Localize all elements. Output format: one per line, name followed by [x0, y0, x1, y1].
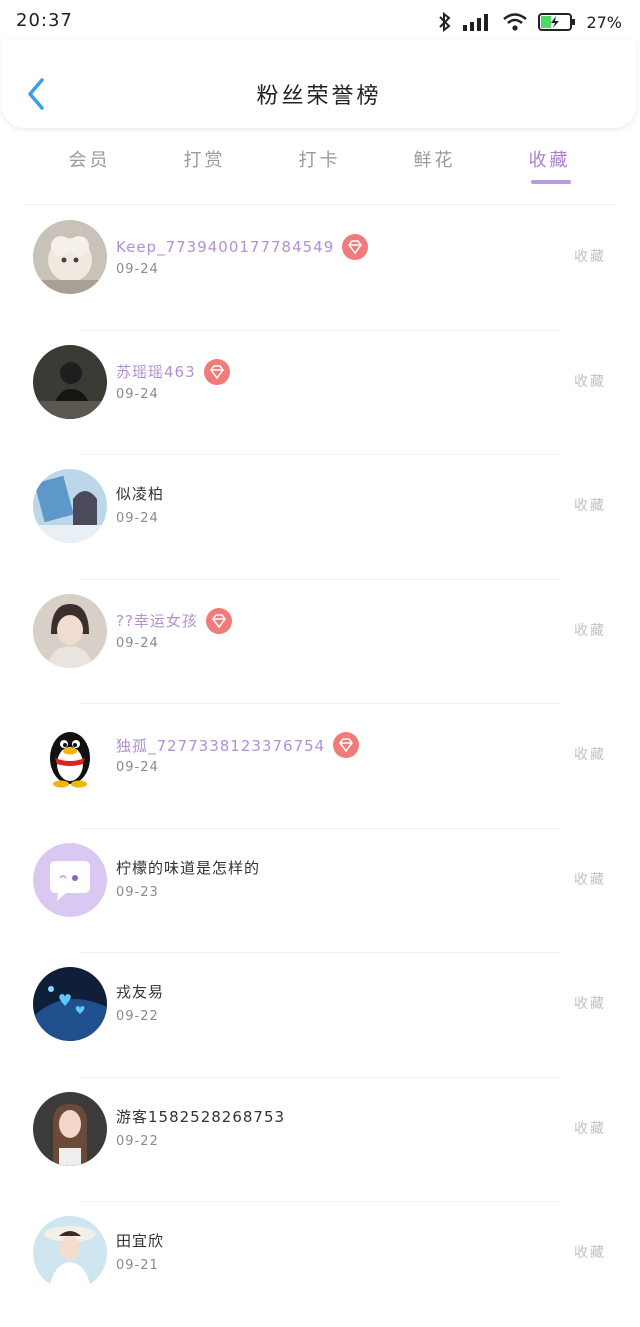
list-item[interactable]: ??幸运女孩 09-24 收藏	[0, 580, 640, 704]
name-line: 柠檬的味道是怎样的	[116, 857, 260, 878]
favorite-tag: 收藏	[574, 249, 606, 265]
fan-list: Keep_7739400177784549 09-24 收藏 苏瑶瑶463 09…	[0, 206, 640, 1327]
list-item[interactable]: 似凌柏 09-24 收藏	[0, 455, 640, 580]
user-name: 柠檬的味道是怎样的	[116, 858, 261, 877]
favorite-tag: 收藏	[574, 996, 606, 1012]
tab-favorite[interactable]: 收藏	[492, 142, 607, 186]
avatar[interactable]	[33, 593, 107, 668]
avatar[interactable]	[33, 220, 107, 294]
user-name: 独孤_7277338123376754	[116, 736, 326, 755]
list-item[interactable]: 苏瑶瑶463 09-24 收藏	[0, 331, 640, 455]
date: 09-24	[116, 760, 159, 775]
favorite-tag: 收藏	[574, 373, 606, 390]
date: 09-24	[116, 511, 159, 526]
date: 09-22	[116, 1009, 159, 1024]
tab-flower[interactable]: 鲜花	[377, 142, 492, 186]
wifi-icon	[502, 12, 528, 32]
favorite-tag: 收藏	[574, 747, 606, 763]
battery-icon	[538, 12, 576, 32]
avatar[interactable]	[33, 1091, 107, 1166]
user-name: 苏瑶瑶463	[116, 363, 196, 381]
diamond-icon	[342, 234, 369, 260]
list-item[interactable]: 游客1582528268753 09-22 收藏	[0, 1078, 640, 1202]
favorite-tag: 收藏	[574, 1120, 606, 1137]
header-bar: 粉丝荣誉榜	[2, 40, 636, 128]
name-line: ??幸运女孩	[116, 607, 232, 634]
name-line: 田宜欣	[116, 1230, 164, 1251]
user-name: 游客1582528268753	[116, 1107, 286, 1126]
status-icons: 27%	[438, 10, 622, 34]
battery-percent: 27%	[586, 12, 622, 32]
name-line: 似凌柏	[116, 483, 164, 504]
user-name: ??幸运女孩	[116, 612, 198, 630]
name-line: 独孤_7277338123376754	[116, 732, 360, 758]
user-name: 田宜欣	[116, 1232, 165, 1250]
favorite-tag: 收藏	[574, 1245, 606, 1261]
bluetooth-icon	[438, 12, 452, 32]
list-item[interactable]: 戎友易 09-22 收藏	[0, 953, 640, 1078]
status-time: 20:37	[16, 10, 73, 31]
list-item[interactable]: Keep_7739400177784549 09-24 收藏	[0, 206, 640, 331]
favorite-tag: 收藏	[574, 498, 606, 514]
list-item[interactable]: 独孤_7277338123376754 09-24 收藏	[0, 704, 640, 829]
favorite-tag: 收藏	[574, 871, 606, 888]
date: 09-22	[116, 1133, 159, 1149]
status-bar: 20:37 27%	[0, 0, 640, 44]
name-line: Keep_7739400177784549	[116, 234, 369, 260]
diamond-icon	[333, 732, 360, 758]
date: 09-24	[116, 635, 159, 651]
list-item[interactable]: 田宜欣 09-21 收藏	[0, 1202, 640, 1327]
tab-member[interactable]: 会员	[32, 142, 147, 186]
user-name: 似凌柏	[116, 485, 165, 503]
list-item[interactable]: 柠檬的味道是怎样的 09-23 收藏	[0, 829, 640, 953]
tab-checkin[interactable]: 打卡	[262, 142, 377, 186]
favorite-tag: 收藏	[574, 622, 606, 639]
user-name: Keep_7739400177784549	[116, 238, 335, 256]
page-title: 粉丝荣誉榜	[256, 84, 382, 109]
avatar[interactable]	[33, 344, 107, 419]
avatar[interactable]	[33, 967, 107, 1041]
name-line: 游客1582528268753	[116, 1106, 285, 1127]
diamond-icon	[205, 607, 232, 634]
date: 09-24	[116, 386, 159, 402]
tab-tip[interactable]: 打赏	[147, 142, 262, 186]
diamond-icon	[203, 358, 230, 385]
signal-icon	[462, 12, 492, 32]
tab-bar: 会员 打赏 打卡 鲜花 收藏	[32, 142, 608, 186]
divider	[26, 204, 614, 205]
name-line: 苏瑶瑶463	[116, 358, 230, 385]
avatar[interactable]	[33, 1216, 107, 1290]
date: 09-23	[116, 884, 159, 900]
user-name: 戎友易	[116, 983, 165, 1001]
avatar[interactable]	[33, 469, 107, 543]
avatar[interactable]	[33, 842, 107, 917]
date: 09-24	[116, 262, 159, 277]
date: 09-21	[116, 1258, 159, 1273]
avatar[interactable]	[33, 718, 107, 792]
name-line: 戎友易	[116, 981, 164, 1002]
